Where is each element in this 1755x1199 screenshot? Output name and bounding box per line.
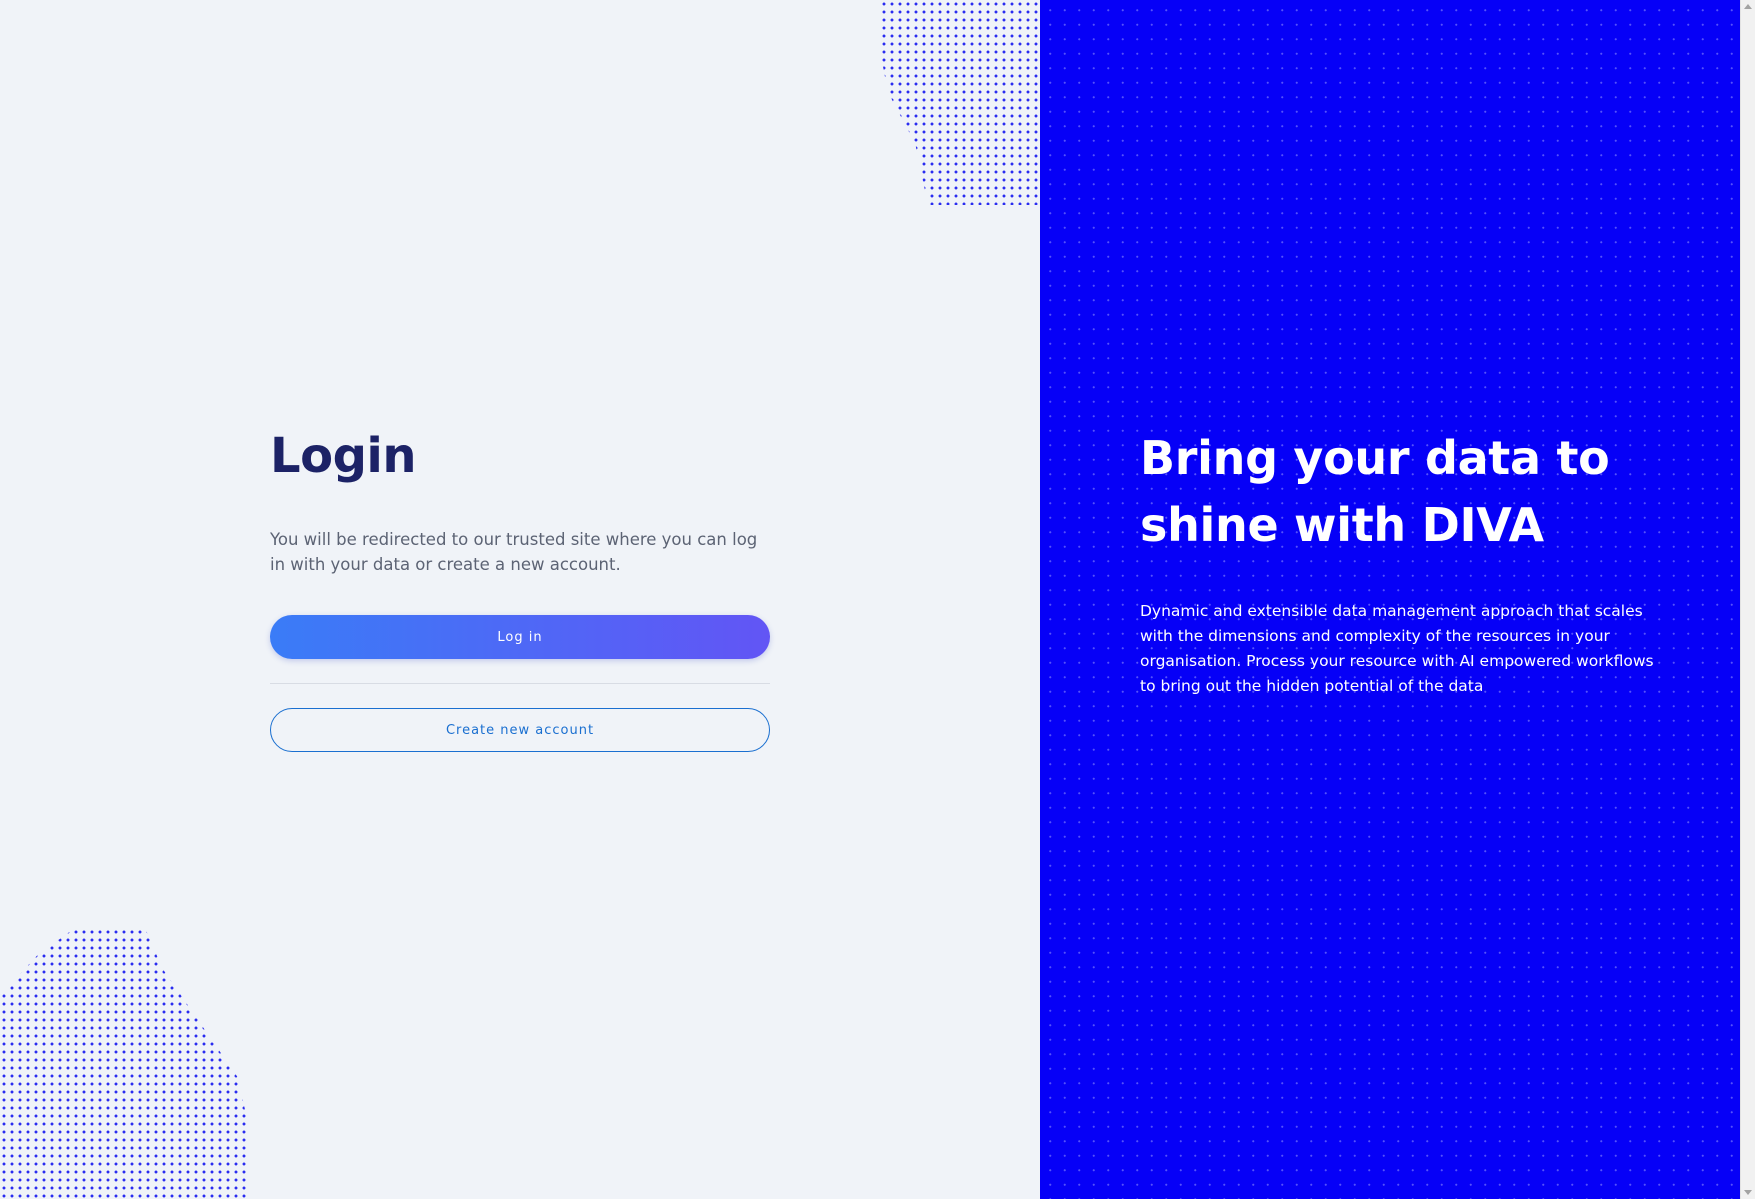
login-description: You will be redirected to our trusted si…	[270, 530, 758, 574]
login-card: Login You will be redirected to our trus…	[270, 425, 770, 752]
login-page: Login You will be redirected to our trus…	[0, 0, 1755, 1199]
login-title: Login	[270, 428, 417, 484]
create-account-button[interactable]: Create new account	[270, 708, 770, 752]
vertical-scrollbar[interactable]	[1740, 0, 1755, 1199]
decorative-dot-pattern-bottom	[0, 928, 250, 1199]
hero-pane: Bring your data to shine with DIVA Dynam…	[1040, 0, 1740, 1199]
hero-description: Dynamic and extensible data management a…	[1140, 602, 1654, 695]
login-pane: Login You will be redirected to our trus…	[0, 0, 1040, 1199]
hero-title: Bring your data to shine with DIVA	[1140, 431, 1610, 552]
scroll-down-arrow-icon[interactable]	[1744, 1190, 1752, 1195]
scroll-up-arrow-icon[interactable]	[1744, 4, 1752, 9]
decorative-dot-pattern-top	[880, 0, 1040, 205]
hero-content: Bring your data to shine with DIVA Dynam…	[1140, 425, 1660, 699]
divider	[270, 683, 770, 684]
log-in-button[interactable]: Log in	[270, 615, 770, 659]
